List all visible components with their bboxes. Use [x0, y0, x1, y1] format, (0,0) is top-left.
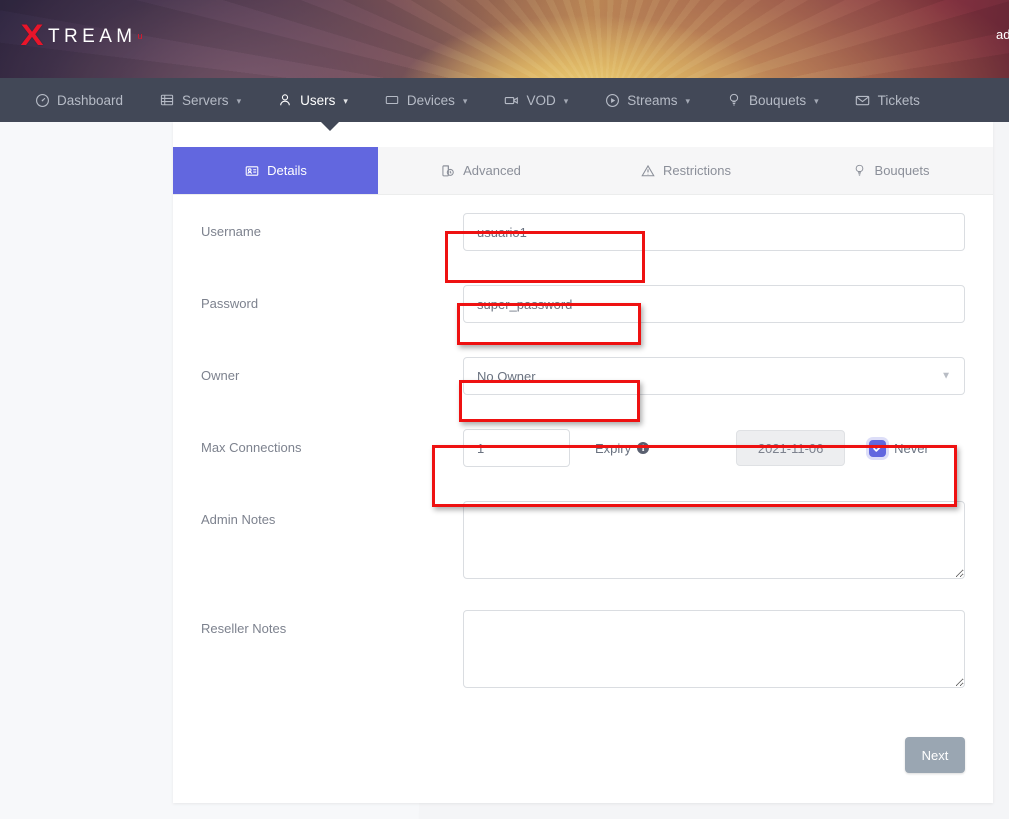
logo-superscript: u [138, 31, 143, 41]
form-row-admin-notes: Admin Notes [201, 501, 965, 610]
nav-label: Bouquets [749, 93, 806, 108]
tab-label: Details [267, 163, 307, 178]
nav-label: Servers [182, 93, 229, 108]
chevron-down-icon: ▾ [237, 96, 242, 107]
nav-item-bouquets[interactable]: Bouquets ▾ [708, 78, 837, 122]
reseller-notes-label: Reseller Notes [201, 610, 463, 636]
password-input[interactable] [463, 285, 965, 323]
user-icon [277, 92, 293, 108]
id-card-icon [244, 163, 259, 178]
never-checkbox-group: Never [869, 440, 929, 457]
expiry-date-input[interactable] [736, 430, 845, 466]
user-form-card: Details Advanced [173, 122, 993, 803]
owner-label: Owner [201, 357, 463, 383]
chevron-down-icon: ▾ [463, 96, 468, 107]
nav-label: Dashboard [57, 93, 123, 108]
username-label: Username [201, 213, 463, 239]
active-nav-pointer [321, 122, 339, 131]
gear-clock-icon [440, 163, 455, 178]
form-row-owner: Owner ▼ [201, 357, 965, 429]
form-row-reseller-notes: Reseller Notes [201, 610, 965, 719]
nav-item-streams[interactable]: Streams ▾ [586, 78, 708, 122]
reseller-notes-textarea[interactable] [463, 610, 965, 688]
bouquet-icon [852, 163, 867, 178]
max-connections-label: Max Connections [201, 429, 463, 455]
never-checkbox[interactable] [869, 440, 886, 457]
nav-label: Devices [407, 93, 455, 108]
logo-wordmark: TREAM [48, 27, 137, 46]
next-button[interactable]: Next [905, 737, 965, 773]
chevron-down-icon: ▾ [343, 96, 348, 107]
max-connections-input[interactable] [463, 429, 570, 467]
nav-item-tickets[interactable]: Tickets [837, 78, 938, 122]
dashboard-icon [34, 92, 50, 108]
video-icon [503, 92, 519, 108]
banner-swirl-texture [0, 0, 1009, 78]
mail-icon [855, 92, 871, 108]
account-label[interactable]: admin [996, 27, 1009, 42]
form-row-password: Password [201, 285, 965, 357]
chevron-down-icon: ▾ [814, 96, 819, 107]
card-top-spacer [173, 122, 993, 147]
tab-bouquets[interactable]: Bouquets [788, 147, 993, 194]
nav-item-dashboard[interactable]: Dashboard [16, 78, 141, 122]
nav-label: Tickets [878, 93, 920, 108]
form-tabs: Details Advanced [173, 147, 993, 195]
nav-label: VOD [526, 93, 555, 108]
logo-x-mark: X [20, 21, 43, 51]
nav-item-servers[interactable]: Servers ▾ [141, 78, 259, 122]
form-footer: Next [173, 729, 993, 803]
nav-label: Users [300, 93, 335, 108]
tab-advanced[interactable]: Advanced [378, 147, 583, 194]
bouquet-icon [726, 92, 742, 108]
tab-label: Advanced [463, 163, 521, 178]
form-row-max-connections: Max Connections Expiry i [201, 429, 965, 501]
password-label: Password [201, 285, 463, 311]
chevron-down-icon: ▾ [686, 96, 691, 107]
tab-label: Bouquets [875, 163, 930, 178]
stream-icon [604, 92, 620, 108]
never-label: Never [894, 441, 929, 456]
username-input[interactable] [463, 213, 965, 251]
tab-label: Restrictions [663, 163, 731, 178]
device-icon [384, 92, 400, 108]
server-icon [159, 92, 175, 108]
info-icon[interactable]: i [637, 442, 649, 454]
expiry-label: Expiry [595, 441, 631, 456]
nav-item-users[interactable]: Users ▾ [259, 78, 366, 122]
top-banner: X TREAM u admin [0, 0, 1009, 78]
nav-label: Streams [627, 93, 677, 108]
form-row-username: Username [201, 213, 965, 285]
admin-notes-textarea[interactable] [463, 501, 965, 579]
chevron-down-icon: ▾ [564, 96, 569, 107]
expiry-label-group: Expiry i [595, 441, 649, 456]
details-form: Username Password Owner ▼ Max Conn [173, 195, 993, 729]
admin-notes-label: Admin Notes [201, 501, 463, 527]
xtream-logo[interactable]: X TREAM u [22, 21, 143, 51]
tab-restrictions[interactable]: Restrictions [583, 147, 788, 194]
tab-details[interactable]: Details [173, 147, 378, 194]
owner-select[interactable] [463, 357, 965, 395]
nav-item-devices[interactable]: Devices ▾ [366, 78, 486, 122]
nav-item-vod[interactable]: VOD ▾ [485, 78, 586, 122]
main-navigation: Dashboard Servers ▾ Users ▾ Devices ▾ [0, 78, 1009, 122]
page-body: Details Advanced [0, 122, 1009, 819]
warning-icon [640, 163, 655, 178]
